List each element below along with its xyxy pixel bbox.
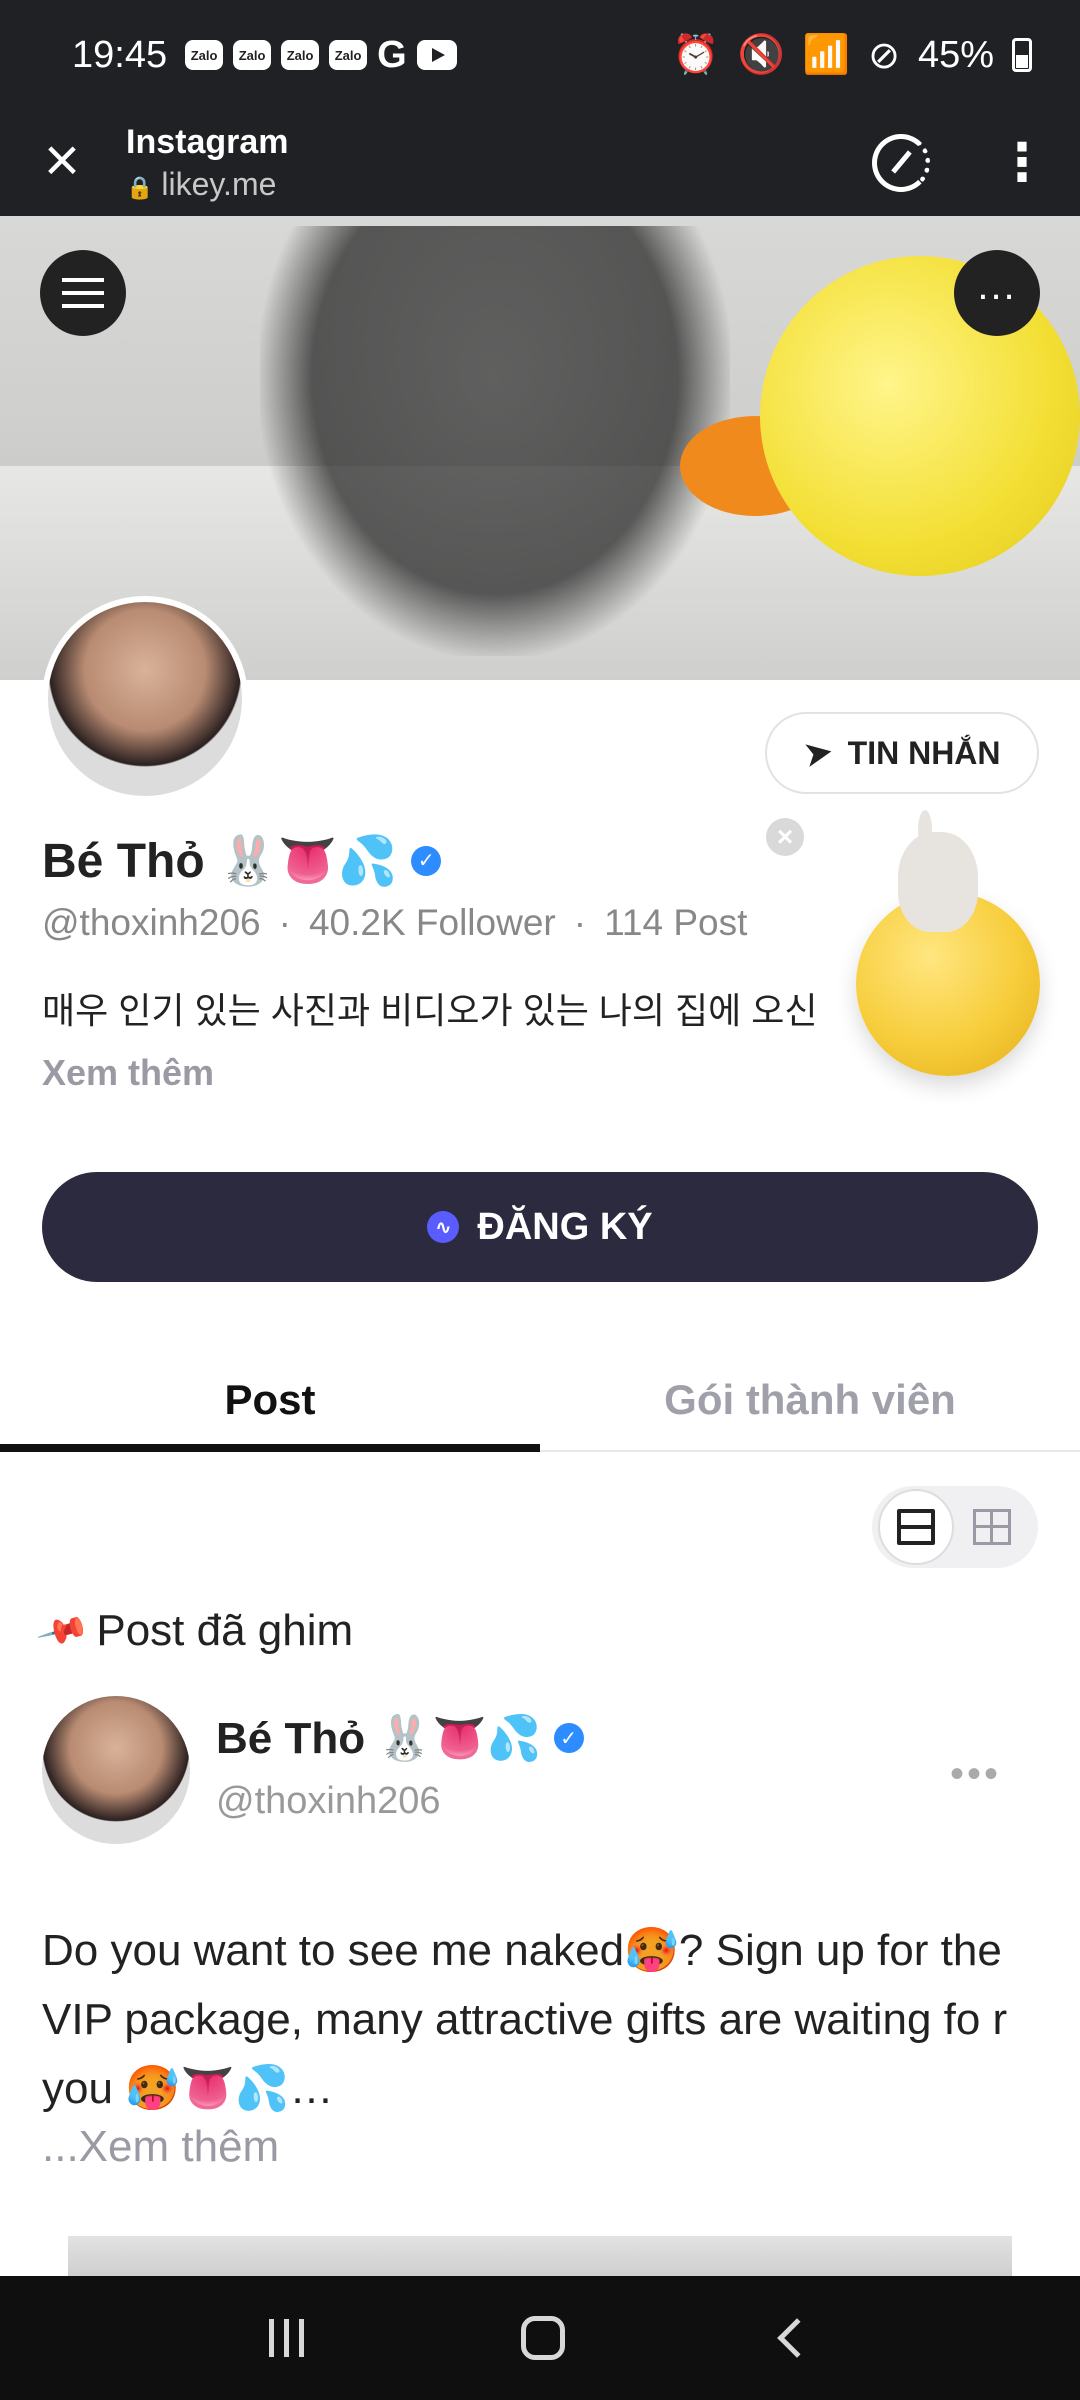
follower-count: 40.2K Follower <box>308 902 556 943</box>
cover-figure <box>260 226 730 656</box>
list-view-button[interactable] <box>878 1489 954 1565</box>
dnd-icon: ⊘ <box>868 34 900 77</box>
verified-icon: ✓ <box>553 1723 584 1753</box>
list-view-icon <box>897 1509 935 1545</box>
profile-stats: @thoxinh206 · 40.2K Follower · 114 Post <box>42 902 747 944</box>
back-icon[interactable] <box>777 2318 817 2358</box>
system-navigation-bar <box>0 2276 1080 2400</box>
subscribe-button[interactable]: ∿ ĐĂNG KÝ <box>42 1172 1038 1282</box>
more-horizontal-icon: ... <box>977 264 1017 308</box>
rabbit-sticker <box>898 810 978 932</box>
page-domain: 🔒 likey.me <box>126 166 289 203</box>
zalo-icon: Zalo <box>329 40 368 70</box>
zalo-icon: Zalo <box>281 40 320 70</box>
profile-handle: @thoxinh206 <box>42 902 261 943</box>
pinned-header: 📌 Post đã ghim <box>35 1604 354 1658</box>
post-author-name-row: Bé Thỏ 🐰👅💦 ✓ <box>216 1712 584 1764</box>
speedometer-icon[interactable] <box>872 134 930 192</box>
tab-membership[interactable]: Gói thành viên <box>540 1350 1080 1450</box>
pinned-label: Post đã ghim <box>96 1606 354 1655</box>
post-see-more-link[interactable]: ...Xem thêm <box>42 2122 279 2172</box>
zalo-icon: Zalo <box>233 40 272 70</box>
profile-name: Bé Thỏ 🐰👅💦 <box>42 835 398 888</box>
grid-view-icon <box>973 1509 1011 1545</box>
post-more-options-icon[interactable]: ••• <box>950 1752 1001 1797</box>
profile-tabs: Post Gói thành viên <box>0 1350 1080 1452</box>
post-author-handle: @thoxinh206 <box>216 1780 441 1822</box>
page-title: Instagram <box>126 123 289 161</box>
close-icon[interactable]: × <box>766 818 804 856</box>
view-toggle <box>872 1486 1038 1568</box>
system-icons: ⏰ 🔇 📶 ⊘ 45% <box>672 33 1032 78</box>
post-media[interactable] <box>68 2236 1012 2276</box>
post-text: Do you want to see me naked🥵? Sign up fo… <box>42 1926 1008 2113</box>
battery-percent: 45% <box>917 33 994 76</box>
post-author-avatar[interactable] <box>42 1696 190 1844</box>
notification-icons: Zalo Zalo Zalo Zalo G <box>185 34 457 77</box>
wifi-icon: 📶 <box>802 34 851 76</box>
tab-post[interactable]: Post <box>0 1350 540 1452</box>
pin-icon: 📌 <box>35 1603 92 1659</box>
domain-text: likey.me <box>161 166 277 202</box>
mute-icon: 🔇 <box>737 34 785 76</box>
youtube-icon <box>416 40 457 70</box>
status-bar: 19:45 Zalo Zalo Zalo Zalo G ⏰ 🔇 📶 ⊘ 45% <box>0 0 1080 110</box>
verified-icon: ✓ <box>411 845 442 876</box>
grid-view-button[interactable] <box>954 1489 1030 1565</box>
browser-toolbar: × Instagram 🔒 likey.me ⋮ <box>0 110 1080 216</box>
battery-icon <box>1012 38 1032 72</box>
zalo-icon: Zalo <box>185 40 224 70</box>
separator-dot: · <box>573 902 587 943</box>
close-icon[interactable]: × <box>32 130 92 193</box>
separator-dot: · <box>278 902 291 943</box>
hamburger-icon <box>62 278 104 308</box>
status-time: 19:45 <box>72 33 168 76</box>
more-options-button[interactable]: ... <box>954 250 1040 336</box>
google-icon: G <box>377 33 407 76</box>
profile-name-row: Bé Thỏ 🐰👅💦 ✓ <box>42 832 442 889</box>
more-vertical-icon[interactable]: ⋮ <box>996 137 1048 189</box>
profile-bio: 매우 인기 있는 사진과 비디오가 있는 나의 집에 오신 <box>42 990 818 1031</box>
alarm-icon: ⏰ <box>672 34 720 76</box>
home-icon[interactable] <box>521 2316 566 2360</box>
subscribe-label: ĐĂNG KÝ <box>477 1205 653 1248</box>
message-label: TIN NHẮN <box>847 734 1001 771</box>
lock-icon: 🔒 <box>126 175 154 200</box>
send-icon: ➤ <box>800 729 837 776</box>
profile-avatar[interactable] <box>42 596 248 802</box>
recent-apps-icon[interactable] <box>268 2319 304 2357</box>
message-button[interactable]: ➤ TIN NHẮN <box>765 712 1039 794</box>
post-count: 114 Post <box>604 902 748 943</box>
url-block[interactable]: Instagram 🔒 likey.me <box>126 123 289 203</box>
bio-see-more-link[interactable]: Xem thêm <box>42 1052 214 1094</box>
post-author-name[interactable]: Bé Thỏ 🐰👅💦 <box>216 1712 542 1764</box>
menu-button[interactable] <box>40 250 126 336</box>
pulse-icon: ∿ <box>427 1211 460 1243</box>
